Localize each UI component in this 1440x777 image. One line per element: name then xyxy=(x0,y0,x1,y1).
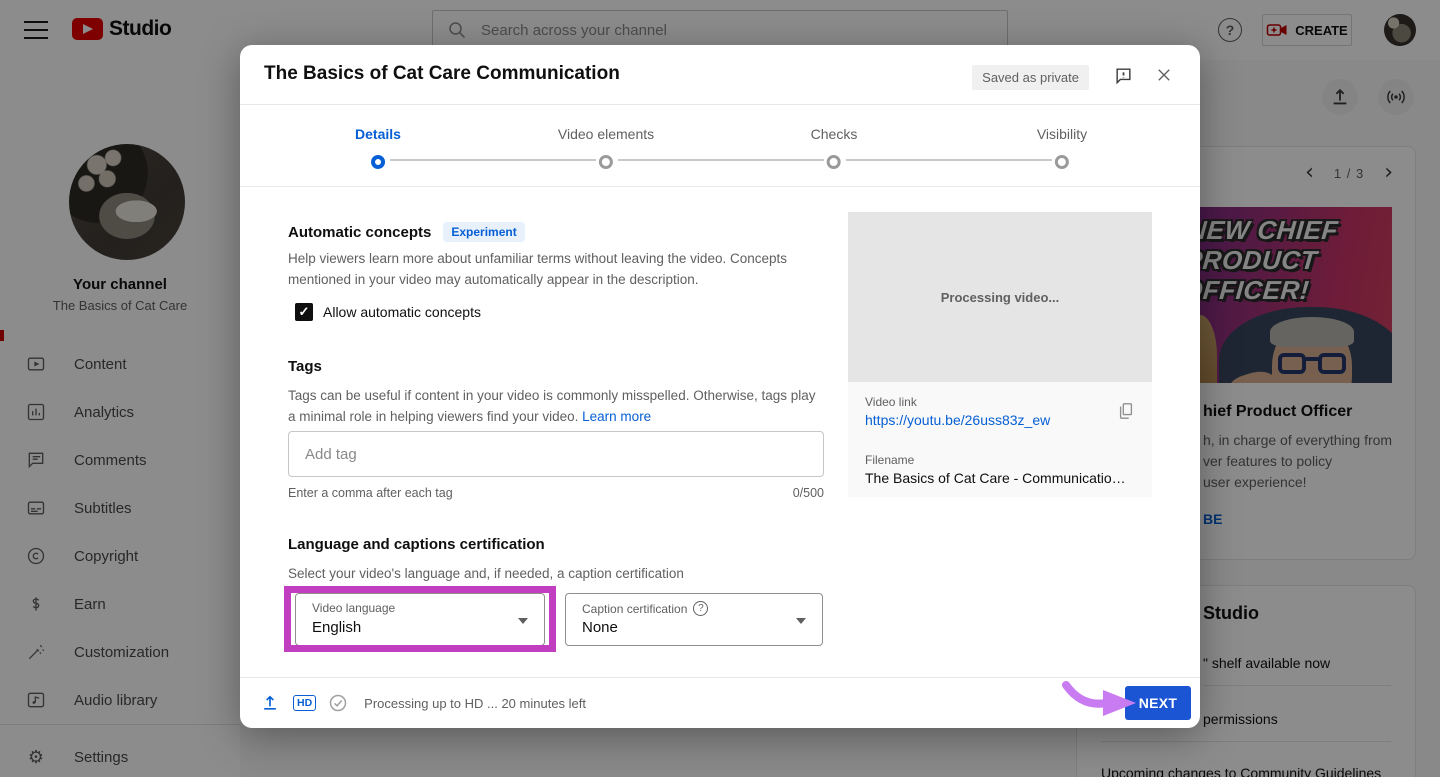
step-dot xyxy=(599,155,613,169)
tag-helper-text: Enter a comma after each tag xyxy=(288,486,453,500)
chevron-down-icon xyxy=(796,618,806,624)
experiment-badge: Experiment xyxy=(443,222,524,242)
dialog-title: The Basics of Cat Care Communication xyxy=(264,63,620,85)
caption-certification-dropdown[interactable]: Caption certification ? None xyxy=(565,593,823,646)
upload-progress-icon xyxy=(260,693,280,713)
tags-heading: Tags xyxy=(288,358,322,375)
checkbox-label: Allow automatic concepts xyxy=(323,304,481,320)
language-description: Select your video's language and, if nee… xyxy=(288,563,823,584)
video-link[interactable]: https://youtu.be/26uss83z_ew xyxy=(865,412,1050,428)
close-icon[interactable] xyxy=(1155,66,1173,84)
allow-automatic-concepts-row[interactable]: ✓ Allow automatic concepts xyxy=(295,303,481,321)
caption-certification-value: None xyxy=(582,619,618,636)
send-feedback-icon[interactable] xyxy=(1114,66,1133,85)
check-circle-icon xyxy=(328,693,348,713)
next-button[interactable]: NEXT xyxy=(1125,686,1191,720)
automatic-concepts-heading: Automatic concepts Experiment xyxy=(288,222,525,242)
step-dot xyxy=(371,155,385,169)
step-connector xyxy=(846,159,1052,161)
copy-icon[interactable] xyxy=(1117,401,1135,421)
tags-description: Tags can be useful if content in your vi… xyxy=(288,385,823,427)
tag-helper-row: Enter a comma after each tag 0/500 xyxy=(288,486,824,500)
chevron-down-icon xyxy=(518,618,528,624)
step-connector xyxy=(618,159,824,161)
step-dot xyxy=(1055,155,1069,169)
checkbox-checked-icon[interactable]: ✓ xyxy=(295,303,313,321)
processing-text: Processing video... xyxy=(941,290,1060,305)
video-language-dropdown[interactable]: Video language English xyxy=(295,593,545,646)
dialog-footer: HD Processing up to HD ... 20 minutes le… xyxy=(240,677,1200,728)
step-visibility[interactable]: Visibility xyxy=(1037,126,1087,169)
automatic-concepts-description: Help viewers learn more about unfamiliar… xyxy=(288,248,793,290)
video-language-value: English xyxy=(312,619,361,636)
processing-status-text: Processing up to HD ... 20 minutes left xyxy=(364,696,586,711)
dialog-body: Automatic concepts Experiment Help viewe… xyxy=(240,187,1200,677)
step-dot xyxy=(827,155,841,169)
video-details-dialog: The Basics of Cat Care Communication Sav… xyxy=(240,45,1200,728)
video-link-label: Video link xyxy=(865,395,917,409)
step-video-elements[interactable]: Video elements xyxy=(558,126,654,169)
filename-value: The Basics of Cat Care - Communicatio… xyxy=(865,470,1140,486)
add-tag-input[interactable] xyxy=(288,431,824,477)
filename-label: Filename xyxy=(865,453,914,467)
step-checks[interactable]: Checks xyxy=(811,126,858,169)
dialog-header: The Basics of Cat Care Communication Sav… xyxy=(240,45,1200,105)
caption-help-icon[interactable]: ? xyxy=(693,601,708,616)
youtube-studio-screen: Studio ? CREATE Your channel The Basics … xyxy=(0,0,1440,777)
language-heading: Language and captions certification xyxy=(288,536,545,553)
upload-stepper: Details Video elements Checks Visibility xyxy=(240,106,1200,187)
video-info-panel: Video link https://youtu.be/26uss83z_ew … xyxy=(848,382,1152,497)
step-details[interactable]: Details xyxy=(355,126,401,169)
step-connector xyxy=(390,159,596,161)
hd-icon: HD xyxy=(293,695,316,711)
learn-more-link[interactable]: Learn more xyxy=(582,409,651,424)
tag-counter: 0/500 xyxy=(793,486,824,500)
video-preview-processing: Processing video... xyxy=(848,212,1152,382)
save-status-badge: Saved as private xyxy=(972,65,1089,90)
